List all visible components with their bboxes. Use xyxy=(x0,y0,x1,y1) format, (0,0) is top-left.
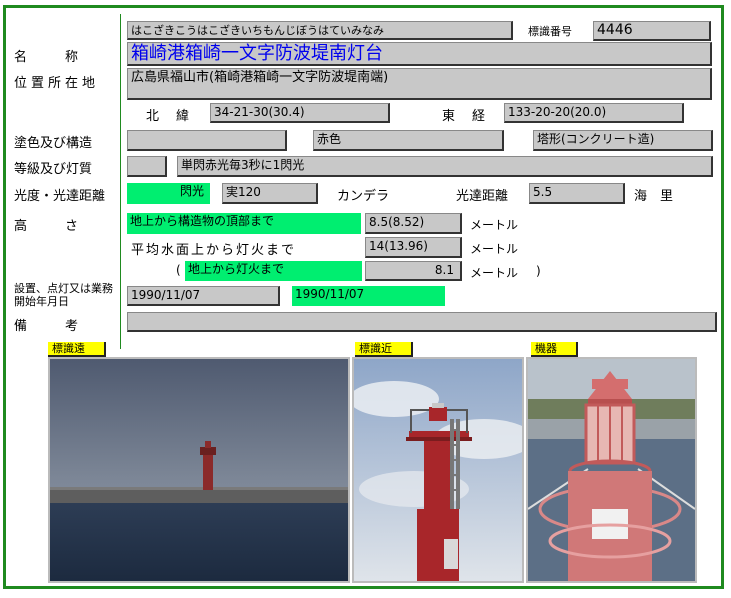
photo-tag-equipment: 機器 xyxy=(531,342,578,357)
id-number: 4446 xyxy=(593,21,711,41)
height-row3-value: 8.1 xyxy=(365,261,462,281)
label-height: 高 さ xyxy=(14,219,83,234)
intensity-value: 実120 xyxy=(222,183,318,204)
light-character: 単閃赤光毎3秒に1閃光 xyxy=(177,156,713,177)
location-value: 広島県福山市(箱崎港箱崎一文字防波堤南端) xyxy=(127,68,712,100)
north-latitude: 34-21-30(30.4) xyxy=(210,103,390,123)
reading-field: はこざきこうはこざきいちもんじぼうはていみなみ xyxy=(127,21,513,40)
date-2: 1990/11/07 xyxy=(292,286,445,306)
lighthouse-name: 箱崎港箱崎一文字防波堤南灯台 xyxy=(127,42,712,66)
label-intensity-range: 光度・光達距離 xyxy=(14,189,106,204)
structure-blank xyxy=(127,130,287,151)
height-row3-unit: メートル xyxy=(470,266,519,280)
photo-tag-near: 標識近 xyxy=(355,342,413,357)
date-1: 1990/11/07 xyxy=(127,286,280,306)
height-row3-open: ( xyxy=(176,263,181,277)
label-class-character: 等級及び灯質 xyxy=(14,162,93,177)
east-longitude: 133-20-20(20.0) xyxy=(504,103,684,123)
height-row2-unit: メートル xyxy=(470,242,519,256)
id-label: 標識番号 xyxy=(528,25,572,38)
label-name: 名 称 xyxy=(14,50,83,65)
structure-shape: 塔形(コンクリート造) xyxy=(533,130,713,151)
label-color-structure: 塗色及び構造 xyxy=(14,136,93,151)
photo-far-view[interactable] xyxy=(48,357,350,583)
label-location: 位置所在地 xyxy=(14,76,100,91)
remarks-value xyxy=(127,312,717,332)
photo-near-view[interactable] xyxy=(352,357,524,583)
height-row1-unit: メートル xyxy=(470,218,519,232)
height-row3-label: 地上から灯火まで xyxy=(185,261,362,281)
intensity-unit: カンデラ xyxy=(337,189,390,204)
label-east: 東 経 xyxy=(442,109,488,124)
label-date: 設置、点灯又は業務開始年月日 xyxy=(14,282,113,308)
light-grade xyxy=(127,156,167,177)
range-value: 5.5 xyxy=(529,183,625,204)
height-row3-close: ) xyxy=(536,264,541,278)
height-row2-label: 平均水面上から灯火まで xyxy=(131,243,297,258)
range-unit: 海 里 xyxy=(634,189,674,204)
intensity-type: 閃光 xyxy=(127,183,210,204)
photo-equipment[interactable] xyxy=(526,357,697,583)
range-label: 光達距離 xyxy=(456,189,509,204)
height-row1-value: 8.5(8.52) xyxy=(365,213,462,234)
label-divider xyxy=(120,14,121,349)
height-row1-label: 地上から構造物の頂部まで xyxy=(127,213,361,234)
structure-color: 赤色 xyxy=(313,130,504,151)
label-remarks: 備 考 xyxy=(14,319,83,334)
height-row2-value: 14(13.96) xyxy=(365,237,462,258)
label-north: 北 緯 xyxy=(146,109,192,124)
photo-tag-far: 標識遠 xyxy=(48,342,106,357)
